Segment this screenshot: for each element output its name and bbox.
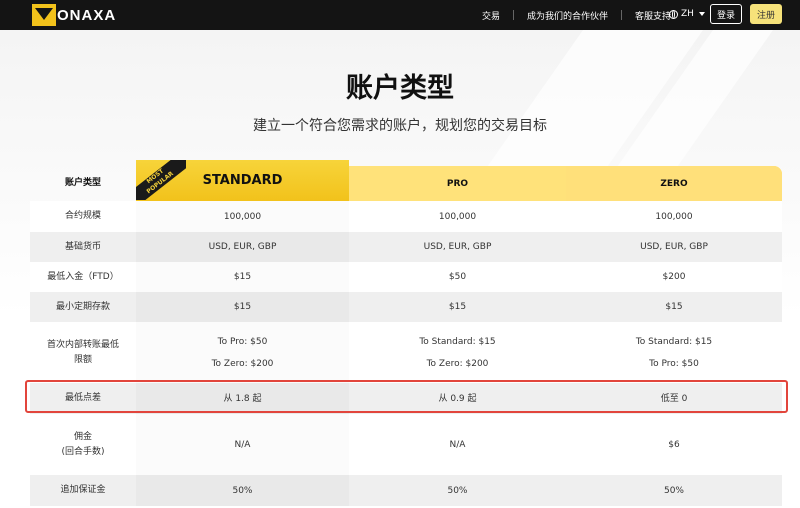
login-button[interactable]: 登录 bbox=[710, 4, 742, 24]
column-header-zero: ZERO bbox=[660, 178, 688, 189]
row-label-min-transfer: 首次内部转账最低 限额 bbox=[30, 322, 136, 383]
table-cell: 50% bbox=[349, 475, 566, 506]
register-button[interactable]: 注册 bbox=[750, 4, 782, 24]
cell-value: $50 bbox=[448, 272, 467, 282]
cell-value: $15 bbox=[448, 302, 467, 312]
table-cell: $15 bbox=[136, 292, 349, 322]
row-label-margin-call: 追加保证金 bbox=[30, 475, 136, 506]
row-label-text: 最小定期存款 bbox=[55, 301, 110, 312]
logo-text: ONAXA bbox=[57, 6, 117, 24]
table-cell: To Pro: $50 To Zero: $200 bbox=[136, 322, 349, 383]
table-cell: USD, EUR, GBP bbox=[349, 232, 566, 262]
column-header-pro: PRO bbox=[446, 178, 469, 189]
table-cell: $6 bbox=[566, 414, 782, 475]
page-title: 账户类型 bbox=[346, 73, 454, 104]
row-label-text: 首次内部转账最低 bbox=[46, 339, 119, 350]
cell-value: $15 bbox=[233, 272, 252, 282]
cell-value: 100,000 bbox=[655, 211, 693, 222]
logo-mark-icon bbox=[32, 4, 56, 26]
row-label-min-deposit: 最低入金（FTD） bbox=[30, 262, 136, 292]
row-label-min-regular-deposit: 最小定期存款 bbox=[30, 292, 136, 322]
globe-icon bbox=[669, 9, 678, 19]
highlight-box bbox=[25, 380, 788, 413]
nav-divider bbox=[513, 10, 515, 20]
nav-link-partner[interactable]: 成为我们的合作伙伴 bbox=[527, 9, 608, 22]
cell-value: To Zero: $200 bbox=[426, 358, 489, 369]
nav-link-trade[interactable]: 交易 bbox=[482, 9, 500, 22]
cell-value: To Standard: $15 bbox=[419, 336, 496, 347]
page-subtitle: 建立一个符合您需求的账户，规划您的交易目标 bbox=[253, 118, 547, 134]
language-selector[interactable]: ZH bbox=[669, 9, 705, 19]
table-cell: 100,000 bbox=[566, 201, 782, 232]
table-cell: N/A bbox=[349, 414, 566, 475]
cell-value: 50% bbox=[232, 485, 253, 496]
table-cell: 100,000 bbox=[136, 201, 349, 232]
table-cell: 50% bbox=[566, 475, 782, 506]
brand-logo[interactable]: ONAXA bbox=[32, 3, 116, 27]
table-cell: N/A bbox=[136, 414, 349, 475]
table-cell: To Standard: $15 To Zero: $200 bbox=[349, 322, 566, 383]
cell-value: $200 bbox=[662, 272, 686, 282]
cell-value: 50% bbox=[447, 485, 468, 496]
row-label-text: (回合手数) bbox=[61, 446, 105, 457]
row-label-text: 最低入金（FTD） bbox=[47, 271, 119, 282]
nav-divider bbox=[621, 10, 623, 20]
chevron-down-icon bbox=[698, 12, 705, 16]
cell-value: 50% bbox=[663, 485, 684, 496]
nav-links: 交易 成为我们的合作伙伴 客服支持 bbox=[482, 0, 671, 30]
row-label-base-currency: 基础货币 bbox=[30, 232, 136, 262]
table-cell: $200 bbox=[566, 262, 782, 292]
cell-value: To Pro: $50 bbox=[649, 358, 699, 369]
cell-value: To Zero: $200 bbox=[211, 358, 274, 369]
cell-value: $6 bbox=[668, 439, 680, 450]
cell-value: USD, EUR, GBP bbox=[208, 242, 277, 252]
table-cell: To Standard: $15 To Pro: $50 bbox=[566, 322, 782, 383]
header-label: 账户类型 bbox=[64, 178, 101, 188]
cell-value: $15 bbox=[233, 302, 252, 312]
row-label-contract-size: 合约规模 bbox=[30, 201, 136, 232]
row-label-text: 追加保证金 bbox=[60, 485, 106, 495]
table-cell: $15 bbox=[349, 292, 566, 322]
cell-value: To Standard: $15 bbox=[635, 336, 713, 347]
table-cell: 50% bbox=[136, 475, 349, 506]
table-cell: $15 bbox=[566, 292, 782, 322]
nav-link-support[interactable]: 客服支持 bbox=[635, 9, 671, 22]
cell-value: 100,000 bbox=[223, 211, 262, 222]
cell-value: $15 bbox=[665, 302, 683, 312]
row-label-text: 合约规模 bbox=[64, 211, 101, 221]
most-popular-ribbon: MOST POPULAR bbox=[136, 160, 186, 200]
row-label-text: 佣金 bbox=[73, 431, 92, 442]
row-label-text: 限额 bbox=[73, 354, 92, 365]
table-cell: 100,000 bbox=[349, 201, 566, 232]
table-cell: $15 bbox=[136, 262, 349, 292]
table-cell: USD, EUR, GBP bbox=[566, 232, 782, 262]
cell-value: USD, EUR, GBP bbox=[640, 242, 708, 252]
table-cell: USD, EUR, GBP bbox=[136, 232, 349, 262]
table-cell: $50 bbox=[349, 262, 566, 292]
cell-value: 100,000 bbox=[438, 211, 477, 222]
top-nav: ONAXA 交易 成为我们的合作伙伴 客服支持 ZH 登录 注册 bbox=[0, 0, 800, 30]
cell-value: N/A bbox=[449, 439, 466, 450]
cell-value: To Pro: $50 bbox=[217, 336, 268, 347]
language-label: ZH bbox=[681, 9, 694, 19]
cell-value: USD, EUR, GBP bbox=[423, 242, 492, 252]
row-label-commission: 佣金 (回合手数) bbox=[30, 414, 136, 475]
row-label-text: 基础货币 bbox=[64, 241, 101, 252]
cell-value: N/A bbox=[234, 439, 251, 450]
